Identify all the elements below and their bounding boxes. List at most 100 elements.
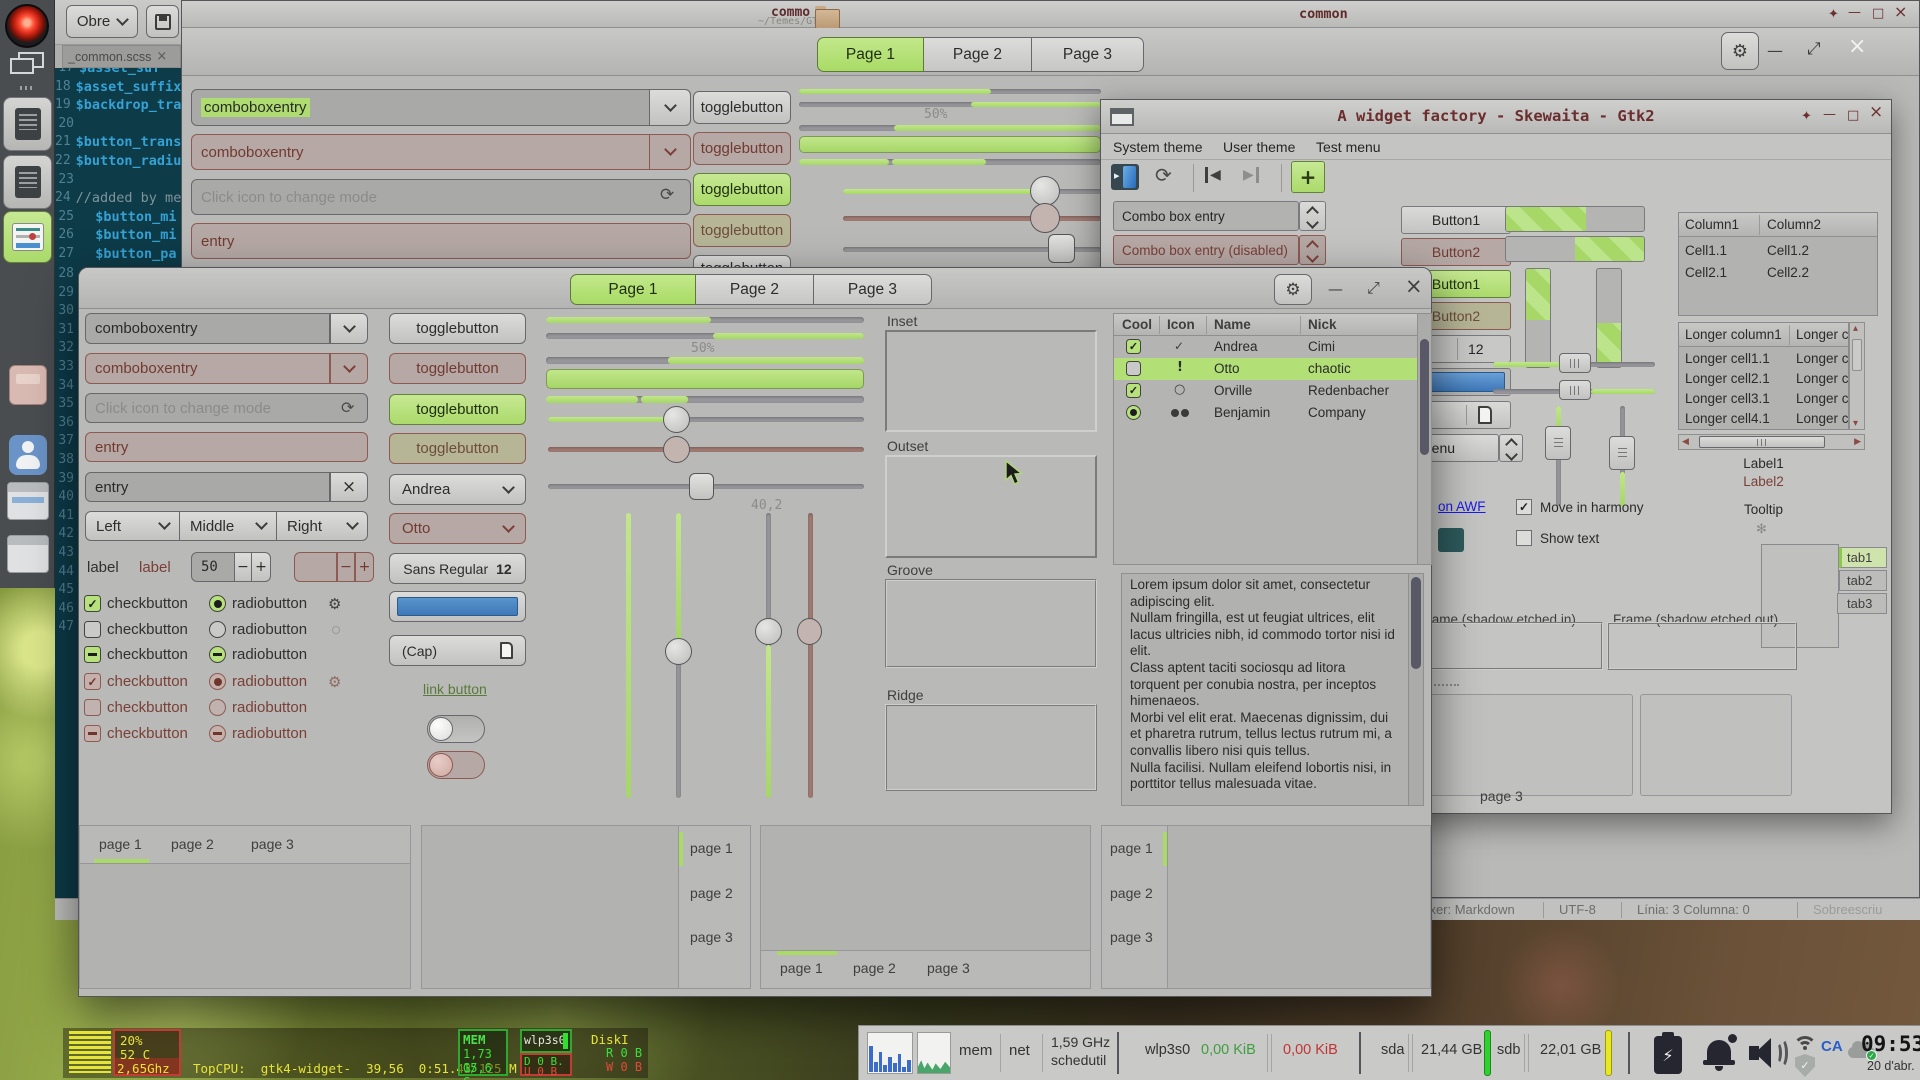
mem-label[interactable]: mem xyxy=(959,1042,992,1059)
first-icon[interactable]: ◀ xyxy=(1205,167,1221,183)
table-cell[interactable]: Longer cel xyxy=(1796,411,1849,426)
check-move-harmony[interactable]: ✓Move in harmony xyxy=(1516,499,1644,515)
gtk2-table1[interactable]: Column1Column2 Cell1.1 Cell1.2 Cell2.1 C… xyxy=(1678,212,1878,316)
dropdown-left[interactable]: Left xyxy=(85,511,180,541)
spin-value[interactable]: 50 xyxy=(191,552,235,582)
tree-row-2-selected[interactable]: ! Otto chaotic xyxy=(1114,358,1417,380)
dropdown-right[interactable]: Right xyxy=(277,511,368,541)
tab-page2[interactable]: Page 2 xyxy=(924,37,1032,72)
table2-vscrollbar[interactable]: ▴ ▾ xyxy=(1849,322,1865,430)
scale-handle[interactable] xyxy=(1030,176,1060,206)
tab-page3[interactable]: page 3 xyxy=(251,836,294,852)
wifi-icon[interactable] xyxy=(1793,1036,1817,1052)
pin-icon[interactable]: ✦ xyxy=(1828,8,1839,21)
tab-page1-active[interactable]: page 1 xyxy=(780,960,823,976)
volume-icon[interactable] xyxy=(1749,1038,1783,1068)
battery-icon[interactable]: ⚡ xyxy=(1654,1032,1684,1075)
tab-page2[interactable]: page 2 xyxy=(1110,885,1153,901)
togglebutton-normal[interactable]: togglebutton xyxy=(693,91,791,124)
file-chooser-button[interactable]: (Cap) xyxy=(389,635,526,666)
lorem-text[interactable]: Lorem ipsum dolor sit amet, consectetur … xyxy=(1130,577,1398,804)
table-cell[interactable]: Longer cell4.1 xyxy=(1685,411,1770,426)
vscale-1[interactable] xyxy=(626,513,631,798)
scale-handle-flat[interactable] xyxy=(1048,234,1075,263)
tree-header-nick[interactable]: Nick xyxy=(1308,317,1337,332)
spin-plus-button[interactable]: + xyxy=(252,552,271,582)
checkbox-unchecked[interactable] xyxy=(84,621,101,638)
togglebutton-active[interactable]: togglebutton xyxy=(693,173,791,206)
switch-off[interactable] xyxy=(427,715,485,743)
minimize-icon[interactable]: — xyxy=(1823,108,1836,121)
tab-page1[interactable]: Page 1 xyxy=(817,37,924,72)
checkbox-indeterminate[interactable] xyxy=(84,646,101,663)
tab-page2[interactable]: page 2 xyxy=(171,836,214,852)
column-header[interactable]: Longer column1 xyxy=(1685,327,1782,342)
cpu-graph[interactable] xyxy=(867,1032,913,1074)
minimize-icon[interactable]: — xyxy=(1328,280,1343,298)
tree-scrollbar[interactable] xyxy=(1417,314,1431,564)
table-cell[interactable]: Longer cel xyxy=(1796,391,1849,406)
font-button[interactable]: Sans Regular12 xyxy=(389,553,526,584)
unmaximize-icon[interactable]: ⤢ xyxy=(1367,278,1380,298)
add-button[interactable]: + xyxy=(1291,161,1325,193)
tab-page3[interactable]: Page 3 xyxy=(814,274,932,305)
tab-page2[interactable]: page 2 xyxy=(690,885,733,901)
refresh-icon[interactable]: ⟳ xyxy=(660,185,674,205)
color-button[interactable] xyxy=(389,591,526,622)
editor-tab[interactable]: _common.scss × xyxy=(62,45,181,68)
close-icon[interactable]: × xyxy=(1869,106,1883,119)
tab-tab1-active[interactable]: tab1 xyxy=(1839,547,1887,568)
tab-page3[interactable]: Page 3 xyxy=(1032,37,1144,72)
tab-page1-active[interactable]: page 1 xyxy=(1110,840,1153,856)
scrollbar-thumb[interactable] xyxy=(1411,577,1421,669)
tab-tab2[interactable]: tab2 xyxy=(1839,570,1887,591)
close-icon[interactable]: × xyxy=(1894,5,1907,18)
table-cell[interactable]: Longer cell3.1 xyxy=(1685,391,1770,406)
refresh-icon[interactable]: ⟳ xyxy=(341,398,354,417)
menu-gear-button[interactable]: ⚙ xyxy=(1721,32,1759,70)
column-header[interactable]: Longer col xyxy=(1796,327,1849,342)
scrollbar-thumb[interactable] xyxy=(1420,339,1429,455)
tree-header-name[interactable]: Name xyxy=(1214,317,1251,332)
icon-entry[interactable]: Click icon to change mode xyxy=(85,393,368,423)
net-label[interactable]: net xyxy=(1009,1042,1030,1059)
dock-item-script-2[interactable] xyxy=(3,155,52,209)
checkbox-checked[interactable]: ✓ xyxy=(84,595,101,612)
clock-date[interactable]: 20 d'abr. xyxy=(1867,1059,1915,1073)
row-checkbox-checked[interactable]: ✓ xyxy=(1126,383,1141,398)
gtk2-titlebar[interactable]: A widget factory - Skewaita - Gtk2 ✦ — □… xyxy=(1101,100,1891,134)
tree-header-icon[interactable]: Icon xyxy=(1167,317,1195,332)
textview[interactable]: Lorem ipsum dolor sit amet, consectetur … xyxy=(1121,573,1424,806)
table2-hscrollbar[interactable]: ◀ ▶ xyxy=(1678,434,1865,450)
comboboxentry-1[interactable]: comboboxentry xyxy=(191,89,691,126)
link-button[interactable]: link button xyxy=(423,681,487,697)
tree-row-4[interactable]: Benjamin Company xyxy=(1114,402,1417,424)
maximize-icon[interactable]: □ xyxy=(1847,109,1859,122)
togglebutton-active[interactable]: togglebutton xyxy=(389,394,526,425)
common-titlebar[interactable]: common ~/Temes/GTK common ✦ — □ × xyxy=(182,1,1919,28)
dock-item-script-1[interactable] xyxy=(3,97,52,151)
option-spin-segment[interactable] xyxy=(1499,434,1523,462)
tab-tab3[interactable]: tab3 xyxy=(1837,593,1887,614)
scrollbar-thumb[interactable] xyxy=(1699,436,1825,448)
menu-user-theme[interactable]: User theme xyxy=(1223,139,1295,155)
tree-row-1[interactable]: ✓ ✓ Andrea Cimi xyxy=(1114,336,1417,358)
comboboxentry-1[interactable]: comboboxentry xyxy=(85,313,330,344)
checkbox[interactable] xyxy=(1516,530,1532,546)
scroll-left-icon[interactable]: ◀ xyxy=(1682,437,1689,447)
gtk2-page3-tab[interactable]: page 3 xyxy=(1480,788,1523,804)
row-checkbox-unchecked[interactable] xyxy=(1126,361,1141,376)
dock-item-settings-active[interactable] xyxy=(3,211,52,263)
row-radio-selected[interactable] xyxy=(1126,405,1141,420)
awf-link[interactable]: on AWF xyxy=(1438,499,1486,514)
text-scrollbar[interactable] xyxy=(1408,574,1424,805)
radio-indeterminate[interactable] xyxy=(209,646,226,663)
tab-page2[interactable]: Page 2 xyxy=(696,274,814,305)
scale-grip[interactable] xyxy=(1559,353,1591,373)
column-header[interactable]: Column1 xyxy=(1685,217,1739,232)
table-cell[interactable]: Cell2.1 xyxy=(1685,265,1727,280)
scale-grip[interactable] xyxy=(1609,436,1635,470)
entry-clearable[interactable]: entry xyxy=(85,472,330,502)
tab-close-icon[interactable]: × xyxy=(156,49,167,64)
row-checkbox-checked[interactable]: ✓ xyxy=(1126,339,1141,354)
